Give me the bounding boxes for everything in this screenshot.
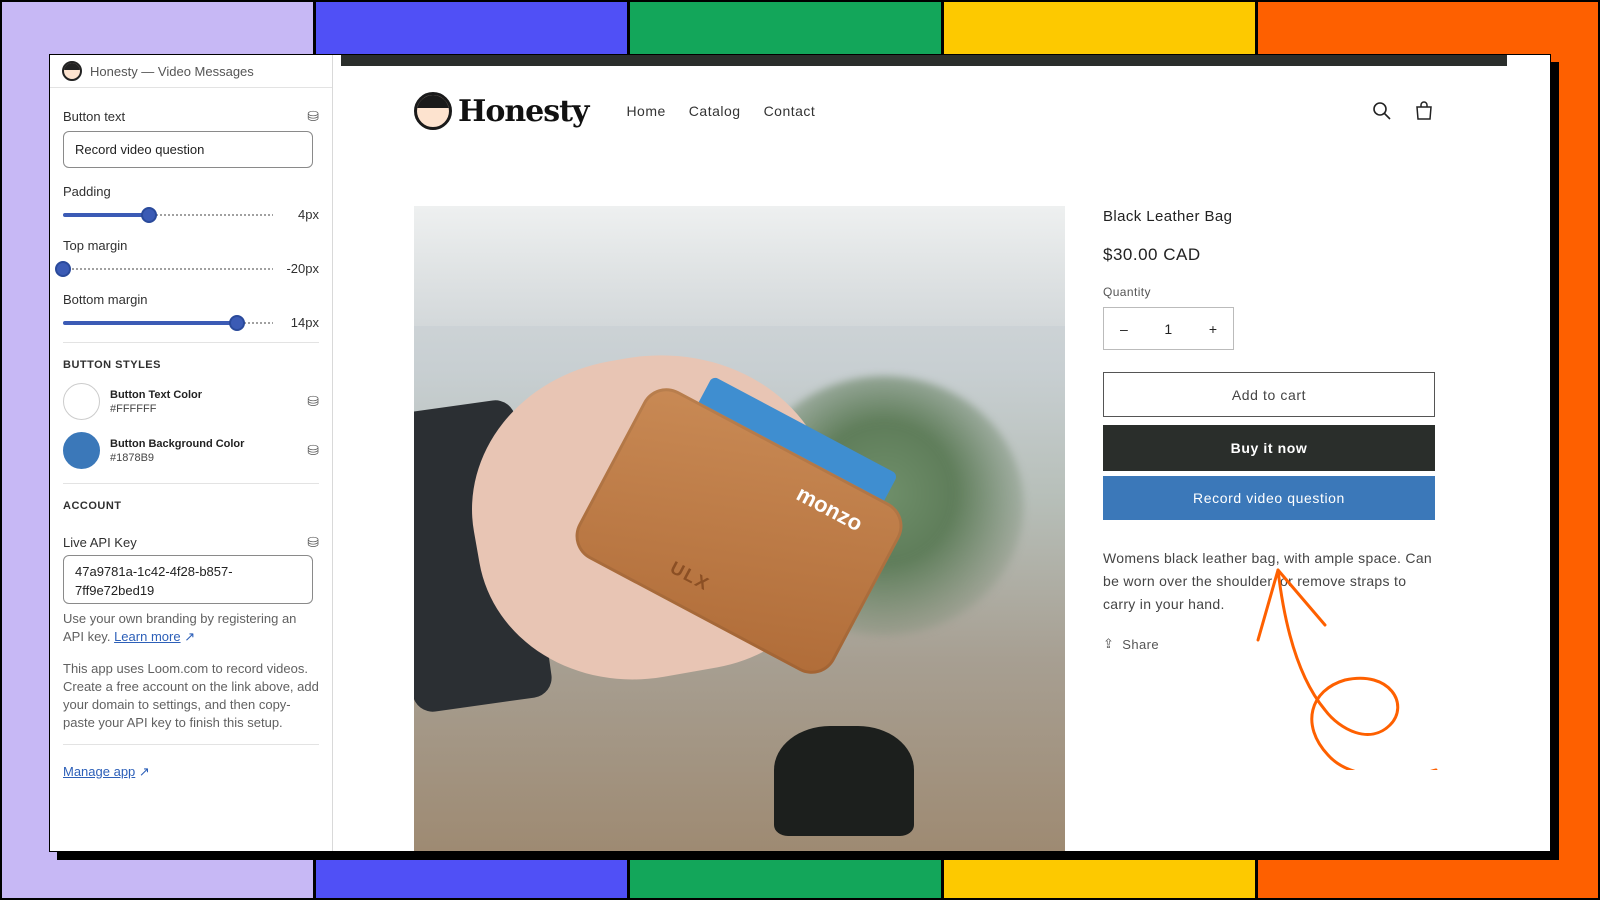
bottom-margin-slider-fill [63,320,238,325]
bottom-margin-label-text: Bottom margin [63,292,148,307]
image-window-light [414,206,1065,326]
annotation-arrow [1256,568,1438,770]
api-key-input[interactable]: 47a9781a-1c42-4f28-b857-7ff9e72bed19 [63,555,313,604]
buy-now-button[interactable]: Buy it now [1103,425,1435,471]
search-icon[interactable] [1372,101,1392,121]
padding-label-text: Padding [63,184,111,199]
padding-slider-track[interactable] [63,206,273,223]
dynamic-source-icon[interactable]: ⛁ [307,393,319,410]
store-logo[interactable]: Honesty [414,92,589,130]
top-margin-slider-track[interactable] [55,260,273,277]
sidebar-header-title: Honesty — Video Messages [90,63,254,79]
branding-help: Use your own branding by registering an … [63,610,319,646]
brand-name: Honesty [458,93,589,129]
padding-value: 4px [298,207,319,222]
padding-slider[interactable]: 4px [63,206,319,223]
quantity-label: Quantity [1103,285,1151,299]
share-label: Share [1122,636,1159,652]
dynamic-source-icon[interactable]: ⛁ [307,442,319,459]
button-styles-heading: BUTTON STYLES [63,359,161,371]
button-text-input[interactable]: Record video question [63,131,313,168]
quantity-increase-button[interactable]: + [1209,321,1217,337]
bottom-margin-slider-track[interactable] [63,314,273,331]
bottom-margin-value: 14px [290,315,319,330]
product-image[interactable]: monzo ULX [414,206,1065,851]
app-window: Honesty — Video Messages Button text ⛁ R… [49,54,1551,852]
brand-mascot-icon [414,92,452,130]
sidebar-header: Honesty — Video Messages [50,55,332,88]
button-text-color-row[interactable]: Button Text Color #FFFFFF ⛁ [63,383,319,420]
main-nav: Home Catalog Contact [626,103,815,119]
padding-slider-fill [63,212,150,217]
account-heading: ACCOUNT [63,500,122,512]
product-title: Black Leather Bag [1103,208,1233,225]
bottom-margin-slider[interactable]: 14px [63,314,319,331]
announcement-bar [341,55,1507,66]
record-video-button[interactable]: Record video question [1103,476,1435,520]
top-margin-slider-thumb[interactable] [55,260,71,277]
quantity-value[interactable]: 1 [1164,321,1172,337]
top-margin-value: -20px [286,261,319,276]
store-header: Honesty Home Catalog Contact [341,66,1507,156]
padding-slider-thumb[interactable] [141,206,158,223]
text-color-swatch[interactable] [63,383,100,420]
text-color-name: Button Text Color [110,388,203,401]
bg-color-name: Button Background Color [110,437,245,450]
theme-editor-sidebar: Honesty — Video Messages Button text ⛁ R… [50,55,333,851]
api-key-label-row: Live API Key ⛁ [63,534,319,551]
text-color-hex: #FFFFFF [110,402,157,415]
external-link-icon: ↗ [138,764,150,779]
top-margin-slider[interactable]: -20px [55,260,319,277]
manage-app-link[interactable]: Manage app [63,764,135,779]
top-margin-label-text: Top margin [63,238,128,253]
padding-label: Padding [63,184,319,199]
button-text-label-row: Button text ⛁ [63,108,319,125]
image-pot [774,726,914,836]
honesty-logo-icon [62,61,82,81]
api-key-label: Live API Key [63,535,137,550]
quantity-stepper: – 1 + [1103,307,1234,350]
quantity-decrease-button[interactable]: – [1120,321,1128,337]
button-text-label: Button text [63,109,126,124]
share-icon: ⇪ [1103,636,1115,651]
manage-app-row: Manage app ↗ [63,763,319,781]
top-margin-label: Top margin [63,238,319,253]
cart-icon[interactable] [1414,101,1434,121]
nav-contact[interactable]: Contact [764,103,816,119]
bg-color-hex: #1878B9 [110,451,155,464]
product-price: $30.00 CAD [1103,245,1201,264]
nav-catalog[interactable]: Catalog [689,103,741,119]
bottom-margin-label: Bottom margin [63,292,319,307]
dynamic-source-icon[interactable]: ⛁ [307,108,319,125]
add-to-cart-button[interactable]: Add to cart [1103,372,1435,417]
bg-color-swatch[interactable] [63,432,100,469]
divider [63,744,319,745]
dynamic-source-icon[interactable]: ⛁ [307,534,319,551]
divider [63,483,319,484]
nav-home[interactable]: Home [626,103,665,119]
button-bg-color-row[interactable]: Button Background Color #1878B9 ⛁ [63,432,319,469]
learn-more-link[interactable]: Learn more [114,629,180,644]
divider [63,342,319,343]
bottom-margin-slider-thumb[interactable] [229,314,246,331]
external-link-icon: ↗ [184,629,196,644]
loom-help-text: This app uses Loom.com to record videos.… [63,661,319,730]
